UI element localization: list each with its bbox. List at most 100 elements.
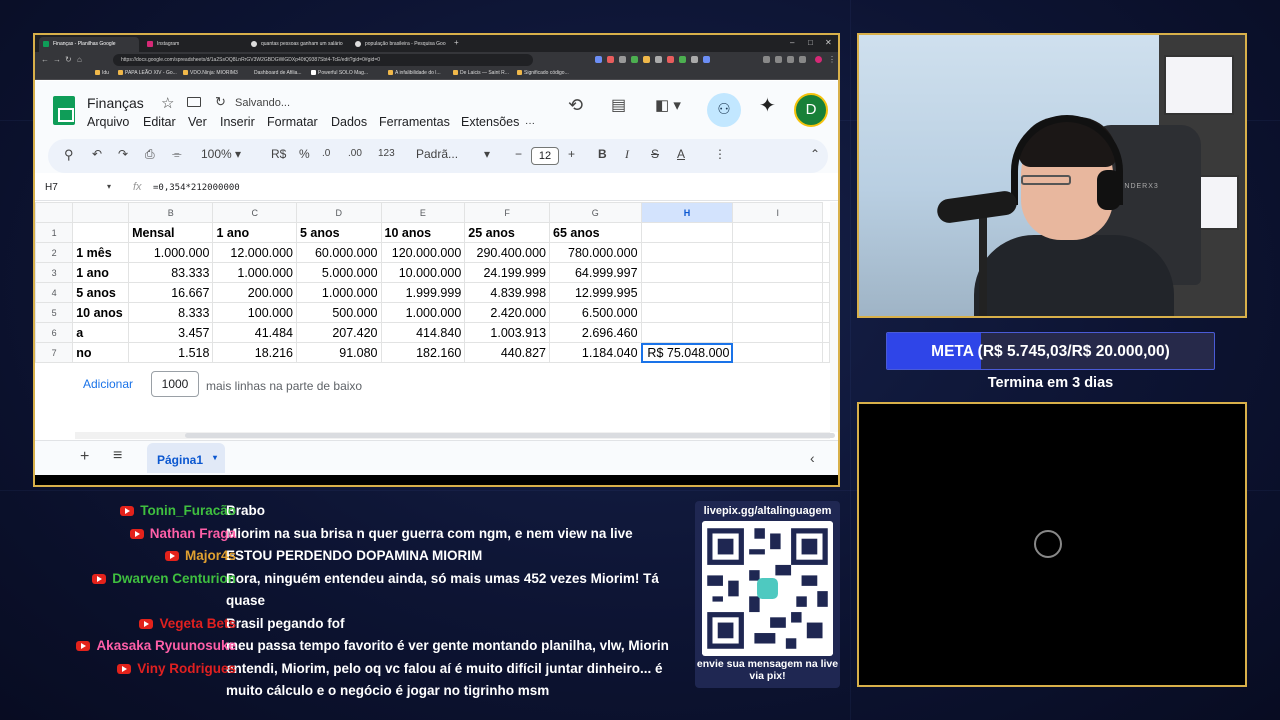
extension-icon[interactable] (607, 56, 614, 63)
corner-cell[interactable] (35, 202, 74, 223)
tab-search-1[interactable]: quantas pessoas ganham um salário (247, 37, 347, 52)
column-header[interactable]: I (732, 202, 823, 223)
cell[interactable] (732, 342, 823, 363)
gemini-icon[interactable]: ✦ (759, 93, 776, 118)
tab-search-2[interactable]: população brasileira - Pesquisa Goo (351, 37, 451, 52)
cell[interactable] (640, 302, 734, 323)
bookmark[interactable]: Dashboard de Afilia... (254, 70, 302, 76)
cell[interactable] (732, 222, 823, 243)
menu-file[interactable]: Arquivo (87, 115, 129, 129)
cell[interactable]: 2.420.000 (464, 302, 551, 323)
profile-icon[interactable] (815, 56, 822, 63)
extension-icon[interactable] (595, 56, 602, 63)
bookmark[interactable]: VDO.Ninja: MIORIM3 (183, 70, 238, 76)
cell[interactable]: 24.199.999 (464, 262, 551, 283)
cell[interactable] (822, 342, 830, 363)
font-size-field[interactable]: 12 (531, 147, 559, 165)
cell-a[interactable]: no (72, 342, 130, 363)
bookmark[interactable]: PAPA LEÃO XIV - Go... (118, 70, 177, 76)
cell-a[interactable]: a (72, 322, 130, 343)
cell[interactable]: 500.000 (295, 302, 382, 323)
cell[interactable]: 6.500.000 (549, 302, 642, 323)
menu-view[interactable]: Ver (188, 115, 207, 129)
cell-a[interactable]: 1 mês (72, 242, 130, 263)
cell[interactable]: 440.827 (464, 342, 551, 363)
cell[interactable]: 41.484 (212, 322, 297, 343)
close-icon[interactable]: ✕ (825, 38, 832, 47)
horizontal-scrollbar[interactable] (75, 432, 835, 439)
history-icon[interactable]: ⟲ (568, 95, 583, 116)
percent-format-button[interactable]: % (299, 147, 310, 161)
menu-data[interactable]: Dados (331, 115, 367, 129)
add-sheet-icon[interactable]: + (80, 448, 89, 466)
back-icon[interactable]: ← (41, 55, 49, 64)
vertical-scrollbar[interactable] (830, 202, 838, 432)
italic-icon[interactable]: I (625, 147, 629, 162)
cell[interactable]: 5 anos (295, 222, 382, 243)
row-header[interactable]: 3 (35, 262, 74, 283)
all-sheets-icon[interactable]: ≡ (113, 447, 122, 465)
minimize-icon[interactable]: – (790, 38, 794, 47)
column-header[interactable]: D (295, 202, 382, 223)
cell-a[interactable]: 5 anos (72, 282, 130, 303)
add-rows-button[interactable]: Adicionar (83, 377, 133, 391)
chevron-down-icon[interactable]: ▾ (107, 182, 111, 191)
cell[interactable]: 83.333 (128, 262, 214, 283)
bookmark[interactable]: De Laicis — Saint R... (453, 70, 509, 76)
cell[interactable]: 1.000.000 (128, 242, 214, 263)
cell-a[interactable]: 1 ano (72, 262, 130, 283)
extension-icon[interactable] (619, 56, 626, 63)
cell[interactable] (732, 302, 823, 323)
cell[interactable] (640, 222, 734, 243)
cell[interactable]: 100.000 (212, 302, 297, 323)
extension-icon[interactable] (703, 56, 710, 63)
extension-icon[interactable] (691, 56, 698, 63)
column-header[interactable]: C (212, 202, 297, 223)
menu-edit[interactable]: Editar (143, 115, 176, 129)
cell[interactable]: 1.003.913 (464, 322, 551, 343)
bookmark[interactable]: A infalibilidade do l... (388, 70, 441, 76)
redo-icon[interactable]: ↷ (118, 147, 128, 161)
cell[interactable]: 414.840 (380, 322, 466, 343)
tab-instagram[interactable]: Instagram (143, 37, 243, 52)
bold-icon[interactable]: B (598, 147, 607, 161)
column-header[interactable]: G (549, 202, 642, 223)
strikethrough-icon[interactable]: S (651, 147, 659, 161)
reload-icon[interactable]: ↻ (65, 55, 72, 64)
new-tab-icon[interactable]: + (454, 38, 459, 47)
row-header[interactable]: 1 (35, 222, 74, 243)
rows-count-input[interactable]: 1000 (151, 371, 199, 397)
collapse-toolbar-icon[interactable]: ⌃ (810, 147, 820, 161)
cell[interactable] (732, 262, 823, 283)
chevron-down-icon[interactable]: ▾ (484, 147, 490, 161)
home-icon[interactable]: ⌂ (77, 55, 82, 64)
currency-format-button[interactable]: R$ (271, 147, 286, 161)
extension-icon[interactable] (787, 56, 794, 63)
cell[interactable] (732, 282, 823, 303)
selected-cell[interactable]: R$ 75.048.000 (640, 342, 734, 363)
cell[interactable]: 8.333 (128, 302, 214, 323)
cell[interactable] (822, 322, 830, 343)
extension-icon[interactable] (775, 56, 782, 63)
cell[interactable] (640, 262, 734, 283)
cell[interactable]: 25 anos (464, 222, 551, 243)
cell[interactable] (822, 222, 830, 243)
cell[interactable]: 1.000.000 (212, 262, 297, 283)
cell[interactable]: Mensal (128, 222, 214, 243)
cell[interactable]: 5.000.000 (295, 262, 382, 283)
tab-financas[interactable]: Finanças - Planilhas Google (39, 37, 139, 52)
extension-icon[interactable] (763, 56, 770, 63)
undo-icon[interactable]: ↶ (92, 147, 102, 161)
row-header[interactable]: 2 (35, 242, 74, 263)
cell[interactable]: 1.518 (128, 342, 214, 363)
sheet-tab[interactable]: Página1 ▾ (147, 443, 225, 473)
avatar[interactable]: D (794, 93, 828, 127)
cell-a[interactable]: 10 anos (72, 302, 130, 323)
extension-icon[interactable] (643, 56, 650, 63)
cell[interactable]: 290.400.000 (464, 242, 551, 263)
column-header[interactable]: H (640, 202, 734, 223)
print-icon[interactable]: ⎙ (145, 147, 155, 162)
formula-input[interactable]: =0,354*212000000 (153, 183, 240, 193)
extension-icon[interactable] (799, 56, 806, 63)
cell[interactable]: 91.080 (295, 342, 382, 363)
